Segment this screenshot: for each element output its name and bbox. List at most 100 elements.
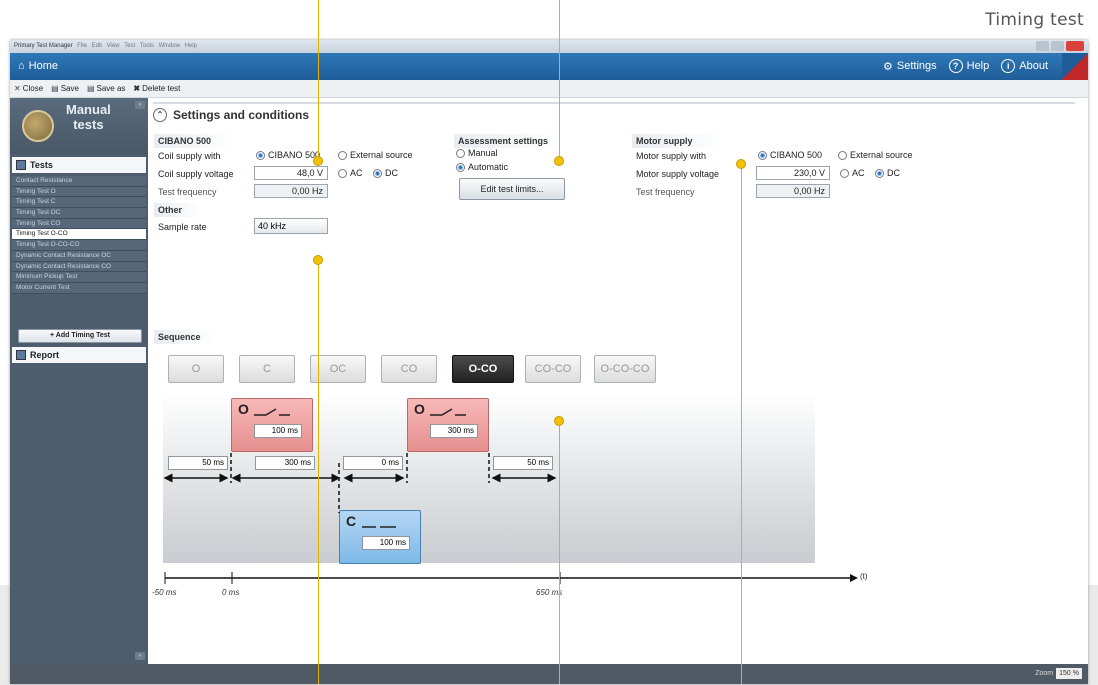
coil-source-external-radio[interactable]: External source [338, 150, 413, 160]
save-button[interactable]: ▤ Save [51, 84, 79, 93]
motor-ac-radio[interactable]: AC [840, 168, 865, 178]
seq-o-co-button[interactable]: O-CO [452, 355, 514, 383]
coil-source-cibano-radio[interactable]: CIBANO 500 [256, 150, 320, 160]
callout-dot-assessment [554, 156, 564, 166]
save-as-button[interactable]: ▤ Save as [87, 84, 125, 93]
sidebar-item-contact-resistance[interactable]: Contact Resistance [12, 176, 146, 187]
sidebar-title-line2: tests [73, 117, 104, 132]
other-group-header: Other [154, 203, 202, 217]
report-section-header[interactable]: Report [12, 347, 146, 363]
motor-dc-radio[interactable]: DC [875, 168, 900, 178]
seq-o-button[interactable]: O [168, 355, 224, 383]
radio-selected-icon [256, 150, 265, 160]
coil-voltage-field[interactable]: 48,0 V [254, 166, 328, 180]
zoom-label: Zoom [1035, 670, 1054, 677]
opt-label: DC [385, 168, 398, 178]
tests-section-header[interactable]: Tests [12, 157, 146, 173]
sidebar-item-dcr-oc[interactable]: Dynamic Contact Resistance OC [12, 250, 146, 262]
motor-group-header: Motor supply [632, 134, 722, 148]
close-label: Close [22, 84, 44, 93]
callout-dot-sample-rate [313, 255, 323, 265]
settings-section-header[interactable]: ⌃ Settings and conditions [153, 108, 309, 122]
radio-selected-icon [456, 162, 465, 172]
menu-test[interactable]: Test [124, 43, 135, 49]
cibano-group-header: CIBANO 500 [154, 134, 234, 148]
sidebar-item-motor-current[interactable]: Motor Current Test [12, 282, 146, 294]
test-frequency-field: 0,00 Hz [254, 184, 328, 198]
opt-label: CIBANO 500 [770, 150, 823, 160]
collapse-bottom-button[interactable]: « [135, 652, 145, 660]
motor-source-external-radio[interactable]: External source [838, 150, 913, 160]
radio-selected-icon [875, 168, 884, 178]
delete-label: Delete test [142, 84, 181, 93]
main-panel: ⌃ Settings and conditions CIBANO 500 Coi… [148, 98, 1088, 664]
zoom-value[interactable]: 150 % [1056, 668, 1082, 679]
callout-line-5 [559, 424, 560, 684]
edit-test-limits-button[interactable]: Edit test limits... [459, 178, 565, 200]
menu-window[interactable]: Window [159, 43, 180, 49]
coil-dc-radio[interactable]: DC [373, 168, 398, 178]
seq-c-button[interactable]: C [239, 355, 295, 383]
sidebar-title: Manual tests [66, 102, 111, 132]
opt-label: CIBANO 500 [268, 150, 321, 160]
sidebar-item-timing-co[interactable]: Timing Test CO [12, 218, 146, 230]
window-title: Primary Test Manager [14, 43, 73, 49]
collapse-sidebar-button[interactable]: « [135, 101, 145, 109]
menu-file[interactable]: File [77, 43, 87, 49]
tick-label-0: 0 ms [222, 588, 240, 597]
sidebar: Manual tests « Tests Contact Resistance … [10, 98, 148, 684]
sidebar-item-timing-o-co-co[interactable]: Timing Test O-CO-CO [12, 240, 146, 251]
close-button[interactable]: ✕ Close [14, 84, 43, 93]
sidebar-item-timing-c[interactable]: Timing Test C [12, 197, 146, 209]
opt-label: AC [350, 168, 363, 178]
assessment-group-header: Assessment settings [454, 134, 564, 148]
coil-ac-radio[interactable]: AC [338, 168, 363, 178]
test-frequency-label: Test frequency [158, 187, 217, 197]
sidebar-item-timing-oc[interactable]: Timing Test OC [12, 208, 146, 219]
motor-source-cibano-radio[interactable]: CIBANO 500 [758, 150, 822, 160]
motor-voltage-field[interactable]: 230,0 V [756, 166, 830, 180]
assessment-automatic-radio[interactable]: Automatic [456, 162, 508, 172]
manual-tests-logo-icon [22, 110, 54, 142]
menu-help[interactable]: Help [185, 43, 197, 49]
home-button[interactable]: ⌂ Home [18, 60, 58, 72]
chevron-up-icon[interactable]: ⌃ [153, 108, 167, 122]
sequence-buttons: O C OC CO O-CO CO-CO O-CO-CO [168, 355, 668, 383]
maximize-button[interactable] [1051, 41, 1064, 51]
about-button[interactable]: i About [1001, 59, 1048, 73]
add-timing-test-button[interactable]: + Add Timing Test [18, 329, 142, 343]
about-label: About [1019, 60, 1048, 72]
sidebar-item-dcr-co[interactable]: Dynamic Contact Resistance CO [12, 261, 146, 273]
assessment-manual-radio[interactable]: Manual [456, 148, 498, 158]
report-header-label: Report [30, 350, 59, 360]
minimize-button[interactable] [1036, 41, 1049, 51]
delete-test-button[interactable]: ✖ Delete test [133, 84, 180, 93]
callout-dot-cibano [313, 156, 323, 166]
title-bar: Primary Test Manager File Edit View Test… [10, 40, 1088, 53]
home-icon: ⌂ [18, 60, 25, 72]
opt-label: AC [852, 168, 865, 178]
menu-view[interactable]: View [107, 43, 120, 49]
help-icon: ? [948, 59, 963, 73]
sample-rate-select[interactable]: 40 kHz [254, 218, 328, 234]
sidebar-item-min-pickup[interactable]: Minimum Pickup Test [12, 272, 146, 283]
section-title: Settings and conditions [173, 108, 310, 122]
opt-label: DC [887, 168, 900, 178]
tests-icon [16, 160, 26, 170]
gear-icon: ⚙ [883, 60, 893, 73]
close-window-button[interactable] [1066, 41, 1084, 51]
seq-o-co-co-button[interactable]: O-CO-CO [594, 355, 656, 383]
radio-selected-icon [758, 150, 767, 160]
menu-tools[interactable]: Tools [140, 43, 154, 49]
seq-co-button[interactable]: CO [381, 355, 437, 383]
seq-co-co-button[interactable]: CO-CO [525, 355, 581, 383]
sidebar-item-timing-o-co[interactable]: Timing Test O-CO [12, 229, 146, 241]
settings-button[interactable]: ⚙ Settings [883, 59, 937, 73]
zoom-control[interactable]: Zoom 150 % [1035, 668, 1082, 679]
help-button[interactable]: ? Help [948, 59, 989, 73]
menu-edit[interactable]: Edit [92, 43, 102, 49]
sidebar-item-timing-o[interactable]: Timing Test O [12, 186, 146, 198]
save-as-icon: ▤ [86, 84, 95, 93]
save-label: Save [60, 84, 79, 93]
close-icon: ✕ [14, 84, 21, 93]
